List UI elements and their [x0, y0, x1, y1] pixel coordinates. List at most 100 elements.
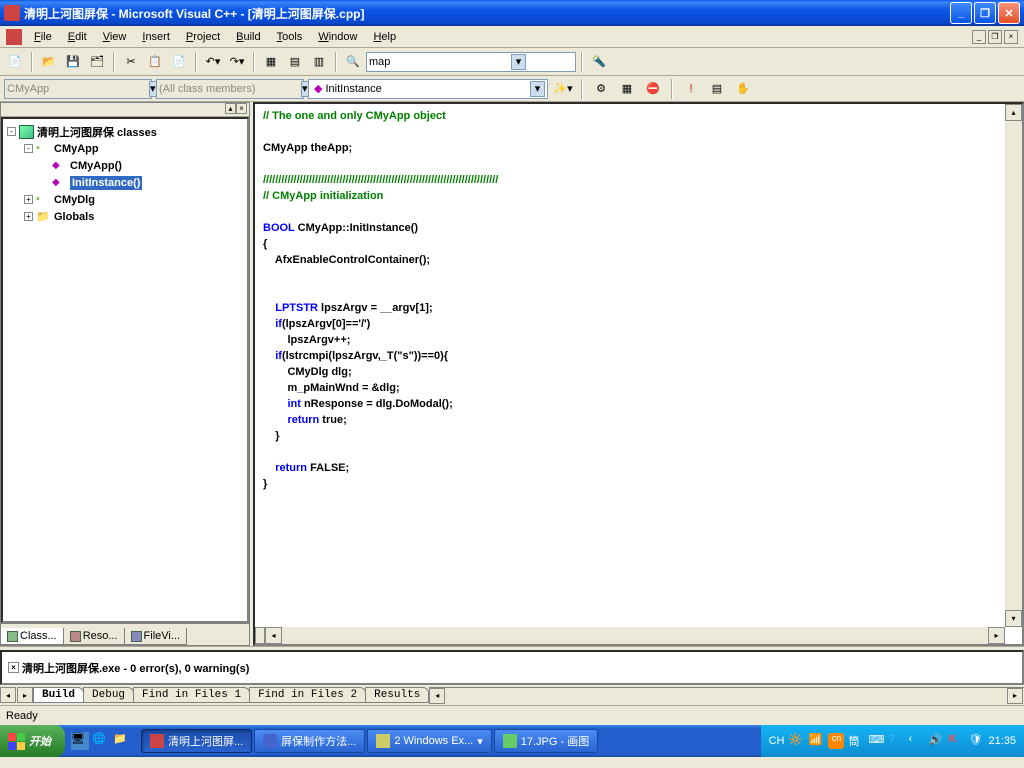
tray-icon-1[interactable]: 🔆 [788, 733, 804, 749]
output-tab-find1[interactable]: Find in Files 1 [133, 687, 250, 703]
member-icon: ◆ [314, 82, 322, 95]
output-button[interactable]: ▤ [284, 51, 306, 73]
execute-button[interactable]: ! [680, 78, 702, 100]
scroll-right[interactable]: ▸ [988, 627, 1005, 644]
title-text: 清明上河图屏保 - Microsoft Visual C++ - [清明上河图屏… [24, 5, 948, 22]
open-button[interactable]: 📂 [38, 51, 60, 73]
menu-view[interactable]: View [95, 29, 135, 45]
tray-shield-icon[interactable]: 🛡 [968, 733, 984, 749]
ime-indicator[interactable]: CH [769, 735, 785, 747]
tray-ime2-icon[interactable]: 筒 [848, 733, 864, 749]
mdi-restore[interactable]: ❐ [988, 30, 1002, 44]
find-tool-button[interactable]: 🔍 [342, 51, 364, 73]
save-all-button[interactable]: 🗂 [86, 51, 108, 73]
member-combo[interactable]: ◆ ▾ [308, 79, 548, 99]
find-input[interactable] [369, 53, 511, 71]
new-button[interactable]: 📄 [4, 51, 26, 73]
code-editor[interactable]: // The one and only CMyApp object CMyApp… [253, 102, 1024, 646]
search-button[interactable]: 🔦 [588, 51, 610, 73]
tree-globals[interactable]: +Globals [7, 208, 243, 225]
workspace-close[interactable]: × [236, 103, 247, 114]
editor-hscrollbar[interactable]: ◂▸ [255, 627, 1005, 644]
output-close[interactable]: × [8, 662, 19, 673]
task-doc[interactable]: 屏保制作方法... [254, 729, 365, 753]
tree-member-initinstance[interactable]: InitInstance() [7, 174, 243, 191]
menu-project[interactable]: Project [178, 29, 228, 45]
menu-insert[interactable]: Insert [134, 29, 178, 45]
tray-arrow-icon[interactable]: ‹ [908, 733, 924, 749]
ql-desktop-icon[interactable]: 🖥 [71, 732, 89, 750]
output-tab-right[interactable]: ▸ [17, 687, 33, 703]
task-explorer[interactable]: 2 Windows Ex...▾ [367, 729, 491, 753]
tab-fileview[interactable]: FileVi... [124, 628, 187, 645]
find-combo[interactable]: ▾ [366, 52, 576, 72]
output-body[interactable]: × 清明上河图屏保.exe - 0 error(s), 0 warning(s) [0, 650, 1024, 685]
breakpoint-button[interactable]: ✋ [732, 78, 754, 100]
code-content[interactable]: // The one and only CMyApp object CMyApp… [255, 104, 1022, 496]
split-handle[interactable] [255, 627, 265, 644]
close-button[interactable]: ✕ [998, 2, 1020, 24]
tray-clock[interactable]: 21:35 [988, 735, 1016, 747]
workspace-button[interactable]: ▦ [260, 51, 282, 73]
menu-window[interactable]: Window [310, 29, 365, 45]
output-tab-left[interactable]: ◂ [0, 687, 16, 703]
class-tree[interactable]: -清明上河图屏保 classes -CMyApp CMyApp() InitIn… [1, 117, 249, 623]
save-button[interactable]: 💾 [62, 51, 84, 73]
tree-root[interactable]: -清明上河图屏保 classes [7, 123, 243, 140]
menu-build[interactable]: Build [228, 29, 268, 45]
member-dropdown[interactable]: ▾ [530, 81, 545, 97]
output-tab-find2[interactable]: Find in Files 2 [249, 687, 366, 703]
menu-file[interactable]: FFileile [26, 29, 60, 45]
output-tab-results[interactable]: Results [365, 687, 429, 703]
tray-k-icon[interactable]: K [948, 733, 964, 749]
scroll-left[interactable]: ◂ [265, 627, 282, 644]
paste-button[interactable]: 📄 [168, 51, 190, 73]
menu-edit[interactable]: Edit [60, 29, 95, 45]
member-input[interactable] [325, 80, 530, 98]
filter-input[interactable] [159, 80, 301, 98]
scroll-up[interactable]: ▴ [1005, 104, 1022, 121]
minimize-button[interactable]: _ [950, 2, 972, 24]
start-button[interactable]: 开始 [0, 725, 65, 757]
ql-ie-icon[interactable]: 🌐 [92, 732, 110, 750]
tray-help-icon[interactable]: ? [888, 733, 904, 749]
redo-button[interactable]: ↷▾ [226, 51, 248, 73]
class-input[interactable] [7, 80, 149, 98]
wizard-action-button[interactable]: ✨▾ [552, 78, 574, 100]
mdi-minimize[interactable]: _ [972, 30, 986, 44]
copy-button[interactable]: 📋 [144, 51, 166, 73]
task-msvc[interactable]: 清明上河图屏... [141, 729, 252, 753]
scroll-down[interactable]: ▾ [1005, 610, 1022, 627]
tree-class-cmyapp[interactable]: -CMyApp [7, 140, 243, 157]
cut-button[interactable]: ✂ [120, 51, 142, 73]
ql-app-icon[interactable]: 📁 [113, 732, 131, 750]
tab-classview[interactable]: Class... [0, 628, 64, 645]
mdi-close[interactable]: × [1004, 30, 1018, 44]
go-button[interactable]: ▤ [706, 78, 728, 100]
find-dropdown[interactable]: ▾ [511, 54, 526, 70]
tray-ime-icon[interactable]: cn [828, 733, 844, 749]
compile-button[interactable]: ⚙ [590, 78, 612, 100]
task-paint[interactable]: 17.JPG - 画图 [494, 729, 598, 753]
workspace-pin[interactable]: ▴ [225, 103, 236, 114]
tray-icon-2[interactable]: 📶 [808, 733, 824, 749]
filter-combo[interactable]: ▾ [156, 79, 304, 99]
stop-build-button[interactable]: ⛔ [642, 78, 664, 100]
tree-member-ctor[interactable]: CMyApp() [7, 157, 243, 174]
undo-button[interactable]: ↶▾ [202, 51, 224, 73]
menu-tools[interactable]: Tools [269, 29, 311, 45]
output-tab-debug[interactable]: Debug [83, 687, 134, 703]
output-tab-build[interactable]: Build [33, 687, 84, 703]
tray-volume-icon[interactable]: 🔊 [928, 733, 944, 749]
tab-resourceview[interactable]: Reso... [63, 628, 125, 645]
output-scroll-left[interactable]: ◂ [429, 688, 445, 704]
build-button[interactable]: ▦ [616, 78, 638, 100]
tree-class-cmydlg[interactable]: +CMyDlg [7, 191, 243, 208]
window-list-button[interactable]: ▥ [308, 51, 330, 73]
editor-vscrollbar[interactable]: ▴▾ [1005, 104, 1022, 627]
tray-keyboard-icon[interactable]: ⌨ [868, 733, 884, 749]
class-combo[interactable]: ▾ [4, 79, 152, 99]
menu-help[interactable]: Help [365, 29, 404, 45]
output-scroll-right[interactable]: ▸ [1007, 688, 1023, 704]
maximize-button[interactable]: ❐ [974, 2, 996, 24]
